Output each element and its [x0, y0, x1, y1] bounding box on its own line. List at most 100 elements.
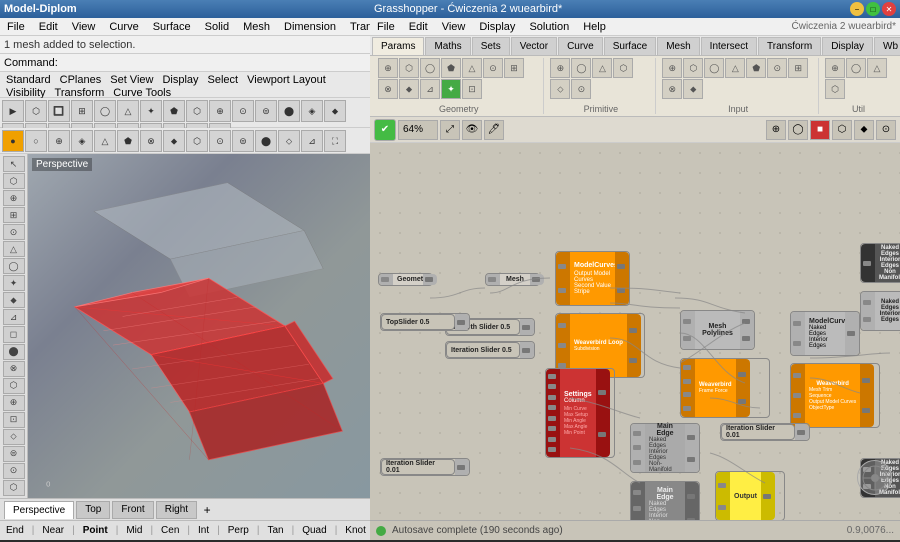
tb-btn-3[interactable]: 🔲 — [48, 100, 70, 122]
gh-btn-green[interactable]: ✔ — [374, 119, 396, 141]
gh-prim-5[interactable]: ⬦ — [550, 79, 570, 99]
gh-minimize-button[interactable]: − — [850, 2, 864, 16]
gh-tab-sets[interactable]: Sets — [472, 37, 510, 55]
gh-util-1[interactable]: ⊕ — [825, 58, 845, 78]
tb-label-cplanes[interactable]: CPlanes — [56, 74, 106, 86]
viewport-tab-top[interactable]: Top — [76, 501, 110, 519]
gh-close-button[interactable]: ✕ — [882, 2, 896, 16]
left-tb-6[interactable]: △ — [3, 241, 25, 257]
gh-util-4[interactable]: ⬡ — [825, 79, 845, 99]
rhino-command-bar[interactable]: Command: — [0, 54, 370, 72]
gh-icon-4[interactable]: ⬟ — [441, 58, 461, 78]
gh-icon-2[interactable]: ⬡ — [399, 58, 419, 78]
snap-cen[interactable]: Cen — [159, 525, 181, 536]
gh-tab-surface[interactable]: Surface — [604, 37, 656, 55]
gh-node-mesh[interactable]: Mesh — [485, 273, 540, 286]
gh-tab-display[interactable]: Display — [822, 37, 873, 55]
gh-icon-11[interactable]: ⊡ — [462, 79, 482, 99]
tb-snap-11[interactable]: ⊜ — [232, 130, 254, 152]
gh-input-9[interactable]: ⬥ — [683, 79, 703, 99]
gh-btn-settings5[interactable]: ⊙ — [876, 120, 896, 140]
gh-btn-settings4[interactable]: ⬥ — [854, 120, 874, 140]
gh-input-6[interactable]: ⊙ — [767, 58, 787, 78]
gh-tab-mesh[interactable]: Mesh — [657, 37, 699, 55]
snap-int[interactable]: Int — [196, 525, 211, 536]
left-tb-20[interactable]: ⬡ — [3, 480, 25, 496]
tb-btn-11[interactable]: ⊙ — [232, 100, 254, 122]
gh-node-iter-slider2[interactable]: Iteration Slider 0.01 — [380, 458, 470, 476]
gh-input-2[interactable]: ⬡ — [683, 58, 703, 78]
gh-tab-intersect[interactable]: Intersect — [701, 37, 757, 55]
gh-tab-wb[interactable]: Wb — [874, 37, 900, 55]
tb-snap-7[interactable]: ⊗ — [140, 130, 162, 152]
gh-icon-3[interactable]: ◯ — [420, 58, 440, 78]
gh-node-main-edge[interactable]: Main Edge Naked EdgesInterior EdgesNon-M… — [630, 423, 700, 473]
snap-point[interactable]: Point — [81, 525, 110, 536]
tb-btn-15[interactable]: ⬥ — [324, 100, 346, 122]
gh-navigator[interactable] — [857, 460, 892, 495]
gh-node-main-edge2[interactable]: Main Edge Naked EdgesInteriorNon-Manifol… — [630, 481, 700, 520]
snap-mid[interactable]: Mid — [124, 525, 144, 536]
gh-tab-vector[interactable]: Vector — [511, 37, 557, 55]
gh-node-far-right-top[interactable]: Naked EdgesInterior EdgesNon Manifold — [860, 243, 900, 283]
left-tb-16[interactable]: ⊡ — [3, 412, 25, 428]
gh-btn-paint[interactable]: 🖊 — [484, 120, 504, 140]
left-tb-17[interactable]: ⬦ — [3, 429, 25, 445]
gh-btn-fullscreen[interactable]: ⤢ — [440, 120, 460, 140]
gh-icon-8[interactable]: ⊗ — [378, 79, 398, 99]
gh-btn-eye[interactable]: 👁 — [462, 120, 482, 140]
gh-menu-display[interactable]: Display — [476, 21, 518, 33]
gh-node-iter-top[interactable]: TopSlider 0.5 — [380, 313, 470, 331]
tb-btn-1[interactable]: ▶ — [2, 100, 24, 122]
tb-label-viewlayout[interactable]: Viewport Layout — [243, 74, 330, 86]
viewport-tab-add[interactable]: + — [199, 502, 215, 518]
tb-btn-9[interactable]: ⬡ — [186, 100, 208, 122]
tb-snap-12[interactable]: ⬤ — [255, 130, 277, 152]
gh-icon-active[interactable]: ✦ — [441, 79, 461, 99]
gh-menu-solution[interactable]: Solution — [526, 21, 572, 33]
left-tb-7[interactable]: ◯ — [3, 258, 25, 274]
menu-edit[interactable]: Edit — [36, 21, 61, 33]
gh-node-iter-right[interactable]: Iteration Slider 0.01 — [720, 423, 810, 441]
tb-btn-6[interactable]: △ — [117, 100, 139, 122]
gh-menu-file[interactable]: File — [374, 21, 398, 33]
gh-prim-2[interactable]: ◯ — [571, 58, 591, 78]
gh-menu-help[interactable]: Help — [580, 21, 609, 33]
tb-snap-8[interactable]: ⬥ — [163, 130, 185, 152]
left-tb-10[interactable]: ⊿ — [3, 309, 25, 325]
tb-btn-12[interactable]: ⊜ — [255, 100, 277, 122]
gh-node-wb-trim[interactable]: Weaverbird Mesh Trim SequenceOutput Mode… — [790, 363, 880, 428]
snap-quad[interactable]: Quad — [300, 525, 328, 536]
gh-tab-transform[interactable]: Transform — [758, 37, 821, 55]
gh-input-1[interactable]: ⊕ — [662, 58, 682, 78]
gh-node-mesh-polylines[interactable]: Mesh Polylines — [680, 310, 755, 350]
gh-menu-view[interactable]: View — [439, 21, 469, 33]
gh-prim-3[interactable]: △ — [592, 58, 612, 78]
snap-perp[interactable]: Perp — [226, 525, 251, 536]
left-tb-12[interactable]: ⬤ — [3, 344, 25, 360]
gh-node-far-right-gray[interactable]: Naked EdgesInterior Edges — [860, 291, 900, 331]
left-tb-3[interactable]: ⊕ — [3, 190, 25, 206]
viewport-label[interactable]: Perspective — [32, 158, 92, 171]
gh-tab-params[interactable]: Params — [372, 37, 424, 55]
gh-tab-maths[interactable]: Maths — [425, 37, 470, 55]
gh-icon-6[interactable]: ⊙ — [483, 58, 503, 78]
tb-btn-2[interactable]: ⬡ — [25, 100, 47, 122]
menu-surface[interactable]: Surface — [150, 21, 194, 33]
left-tb-2[interactable]: ⬡ — [3, 173, 25, 189]
snap-near[interactable]: Near — [40, 525, 66, 536]
left-tb-5[interactable]: ⊙ — [3, 224, 25, 240]
left-tb-18[interactable]: ⊜ — [3, 446, 25, 462]
gh-icon-5[interactable]: △ — [462, 58, 482, 78]
viewport-container[interactable]: 0 Perspective — [28, 154, 370, 498]
gh-node-wb-frame[interactable]: Weaverbird Frame Force — [680, 358, 770, 418]
gh-canvas[interactable]: Geometry Mesh Smooth Slider 0.5 Iteratio… — [370, 143, 900, 520]
menu-dimension[interactable]: Dimension — [281, 21, 339, 33]
tb-snap-9[interactable]: ⬡ — [186, 130, 208, 152]
tb-btn-5[interactable]: ◯ — [94, 100, 116, 122]
tb-snap-2[interactable]: ○ — [25, 130, 47, 152]
left-tb-11[interactable]: ◻ — [3, 326, 25, 342]
menu-file[interactable]: File — [4, 21, 28, 33]
gh-prim-6[interactable]: ⊙ — [571, 79, 591, 99]
gh-btn-red[interactable]: ■ — [810, 120, 830, 140]
